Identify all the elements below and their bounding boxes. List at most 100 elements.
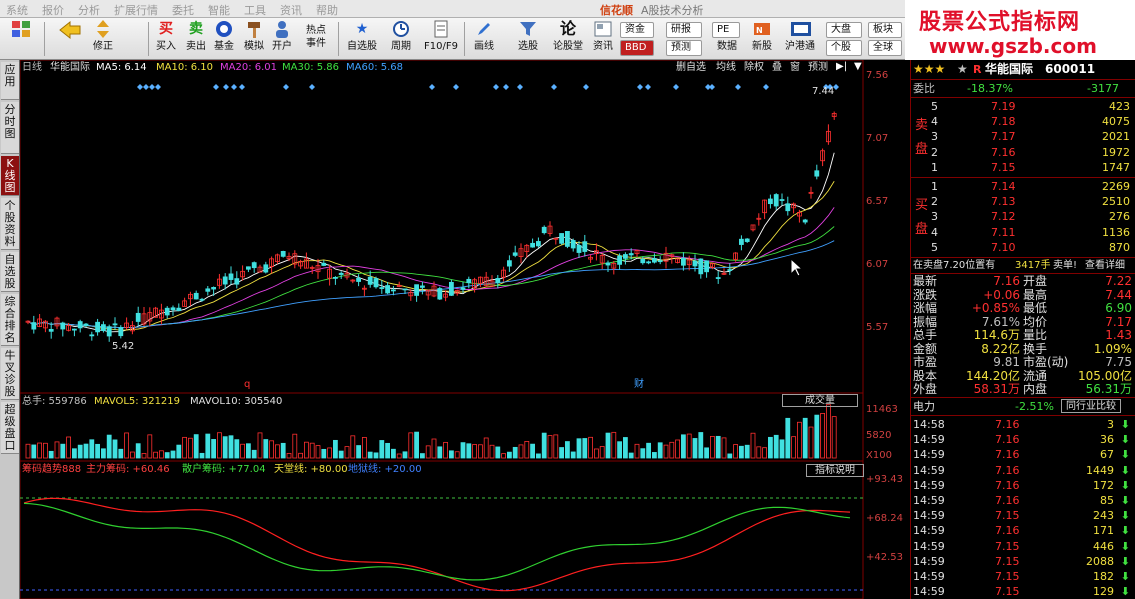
sector-compare-button[interactable]: 同行业比较 [1061,399,1121,413]
menu-analysis[interactable]: 分析 [78,2,100,18]
candle-body [263,264,269,273]
tick-row[interactable]: 14:59 7.15 243 ⬇ [911,508,1135,523]
predict-button[interactable]: 预测 [808,62,828,74]
bbd-button[interactable]: BBD [620,40,654,56]
open-account-button[interactable]: 开户 [270,20,294,58]
tick-row[interactable]: 14:59 7.16 172 ⬇ [911,478,1135,493]
buy-row[interactable]: 5 7.10 870 [911,240,1135,255]
tab-kline[interactable]: K线图 [1,156,19,196]
menu-system[interactable]: 系统 [6,2,28,18]
stock-picker-button[interactable]: 选股 [514,20,542,58]
menu-help[interactable]: 帮助 [316,2,338,18]
fund-button[interactable]: 基金 [212,20,236,58]
volume-bar [640,448,646,459]
tab-ranking[interactable]: 综合排名 [1,294,19,346]
back-button[interactable] [54,20,82,58]
watchlist-button[interactable]: ★ 自选股 [344,20,380,58]
finance-marker[interactable]: 财 [634,379,644,391]
menu-trade[interactable]: 委托 [172,2,194,18]
chart-canvas[interactable] [20,60,910,599]
notice-detail-link[interactable]: 查看详细 [1085,258,1125,273]
tick-row[interactable]: 14:59 7.16 36 ⬇ [911,432,1135,447]
indicator-help-button[interactable]: 指标说明 [806,464,864,477]
pin-icon[interactable]: ▶| [836,61,847,73]
watchlist-label: 自选股 [347,41,377,52]
sell-row[interactable]: 4 7.18 4075 [911,114,1135,129]
buy-row[interactable]: 2 7.13 2510 [911,194,1135,209]
fix-button[interactable]: 修正 [90,20,116,58]
tick-row[interactable]: 14:58 7.16 3 ⬇ [911,417,1135,432]
tab-super-level2[interactable]: 超级盘口 [1,402,19,454]
sell-row[interactable]: 2 7.16 1972 [911,145,1135,160]
tick-row[interactable]: 14:59 7.15 446 ⬇ [911,539,1135,554]
order-notice[interactable]: 在卖盘7.20位置有 3417手 卖单! 查看详细 [911,258,1135,273]
remove-watchlist-button[interactable]: 删自选 [676,62,706,74]
sell-price: 7.15 [991,160,1016,174]
news-button[interactable]: 资讯 [590,20,616,58]
kline-chart-area[interactable]: 日线 华能国际 MA5: 6.14 MA10: 6.10 MA20: 6.01 … [20,60,910,599]
candle-body [652,258,657,263]
menu-smart[interactable]: 智能 [208,2,230,18]
global-button[interactable]: 全球 [868,40,902,56]
ma-button[interactable]: 均线 [716,62,736,74]
f10-button[interactable]: F10/F9 [422,20,460,58]
tick-list[interactable]: 14:58 7.16 3 ⬇ 14:59 7.16 36 ⬇ 14:59 7.16 67 ⬇ 14:59… [911,416,1135,599]
hot-events-button[interactable]: 热点 事件 [300,20,332,58]
q-marker[interactable]: q [244,379,250,391]
tick-row[interactable]: 14:59 7.16 1449 ⬇ [911,463,1135,478]
tab-watchlist[interactable]: 自选股 [1,252,19,292]
candle-body [582,241,588,252]
tick-row[interactable]: 14:59 7.15 2088 ⬇ [911,554,1135,569]
buy-row[interactable]: 3 7.12 276 [911,209,1135,224]
hk-connect-button[interactable]: 沪港通 [780,20,820,58]
market-button[interactable]: 大盘 [826,22,862,38]
overlay-button[interactable]: 叠 [772,62,782,74]
signal-diamond [453,84,459,90]
indicator-name: 筹码趋势888 [22,464,82,475]
sell-row[interactable]: 1 7.15 1747 [911,160,1135,175]
period-button[interactable]: 周期 [386,20,416,58]
sector-button[interactable]: 板块 [868,22,902,38]
tick-row[interactable]: 14:59 7.16 171 ⬇ [911,523,1135,538]
tick-row[interactable]: 14:59 7.16 67 ⬇ [911,447,1135,462]
tab-stock-info[interactable]: 个股资料 [1,198,19,250]
tick-row[interactable]: 14:59 7.16 85 ⬇ [911,493,1135,508]
pe-button[interactable]: PE [712,22,740,38]
window-button[interactable]: 窗 [790,62,800,74]
sell-button[interactable]: 卖 卖出 [184,20,208,58]
forecast-button[interactable]: 预测 [666,40,702,56]
menu-tools[interactable]: 工具 [244,2,266,18]
tick-volume: 129 [1093,585,1114,599]
capital-button[interactable]: 资金 [620,22,654,38]
simulate-button[interactable]: 模拟 [242,20,266,58]
sell-row[interactable]: 3 7.17 2021 [911,129,1135,144]
tab-timeshare[interactable]: 分时图 [1,102,19,154]
menu-extended-quote[interactable]: 扩展行情 [114,2,158,18]
menu-quote[interactable]: 报价 [42,2,64,18]
chevron-down-icon[interactable]: ▼ [854,61,862,73]
draw-line-button[interactable]: 画线 [470,20,498,58]
buy-row[interactable]: 4 7.11 1136 [911,225,1135,240]
grid-button[interactable] [8,20,34,58]
menu-news[interactable]: 资讯 [280,2,302,18]
forum-button[interactable]: 论 论股堂 [550,20,586,58]
tab-diagnosis[interactable]: 牛叉诊股 [1,348,19,400]
buy-button[interactable]: 买 买入 [154,20,178,58]
volume-bar [274,444,280,459]
exright-button[interactable]: 除权 [744,62,764,74]
research-button[interactable]: 研报 [666,22,702,38]
buy-row[interactable]: 1 7.14 2269 [911,179,1135,194]
stock-button[interactable]: 个股 [826,40,862,56]
data-button[interactable]: 数据 [712,38,742,58]
volume-bar [396,453,402,459]
sell-row[interactable]: 5 7.19 423 [911,99,1135,114]
tick-time: 14:59 [913,494,945,507]
stat-value: 1.09% [1093,341,1132,356]
sell-level: 2 [931,145,938,159]
volume-bar [675,439,680,459]
tick-row[interactable]: 14:59 7.15 129 ⬇ [911,584,1135,599]
new-stock-button[interactable]: N 新股 [748,20,776,58]
tab-apps[interactable]: 应用 [1,62,19,100]
volume-dropdown[interactable]: 成交量 [782,394,858,407]
tick-row[interactable]: 14:59 7.15 182 ⬇ [911,569,1135,584]
